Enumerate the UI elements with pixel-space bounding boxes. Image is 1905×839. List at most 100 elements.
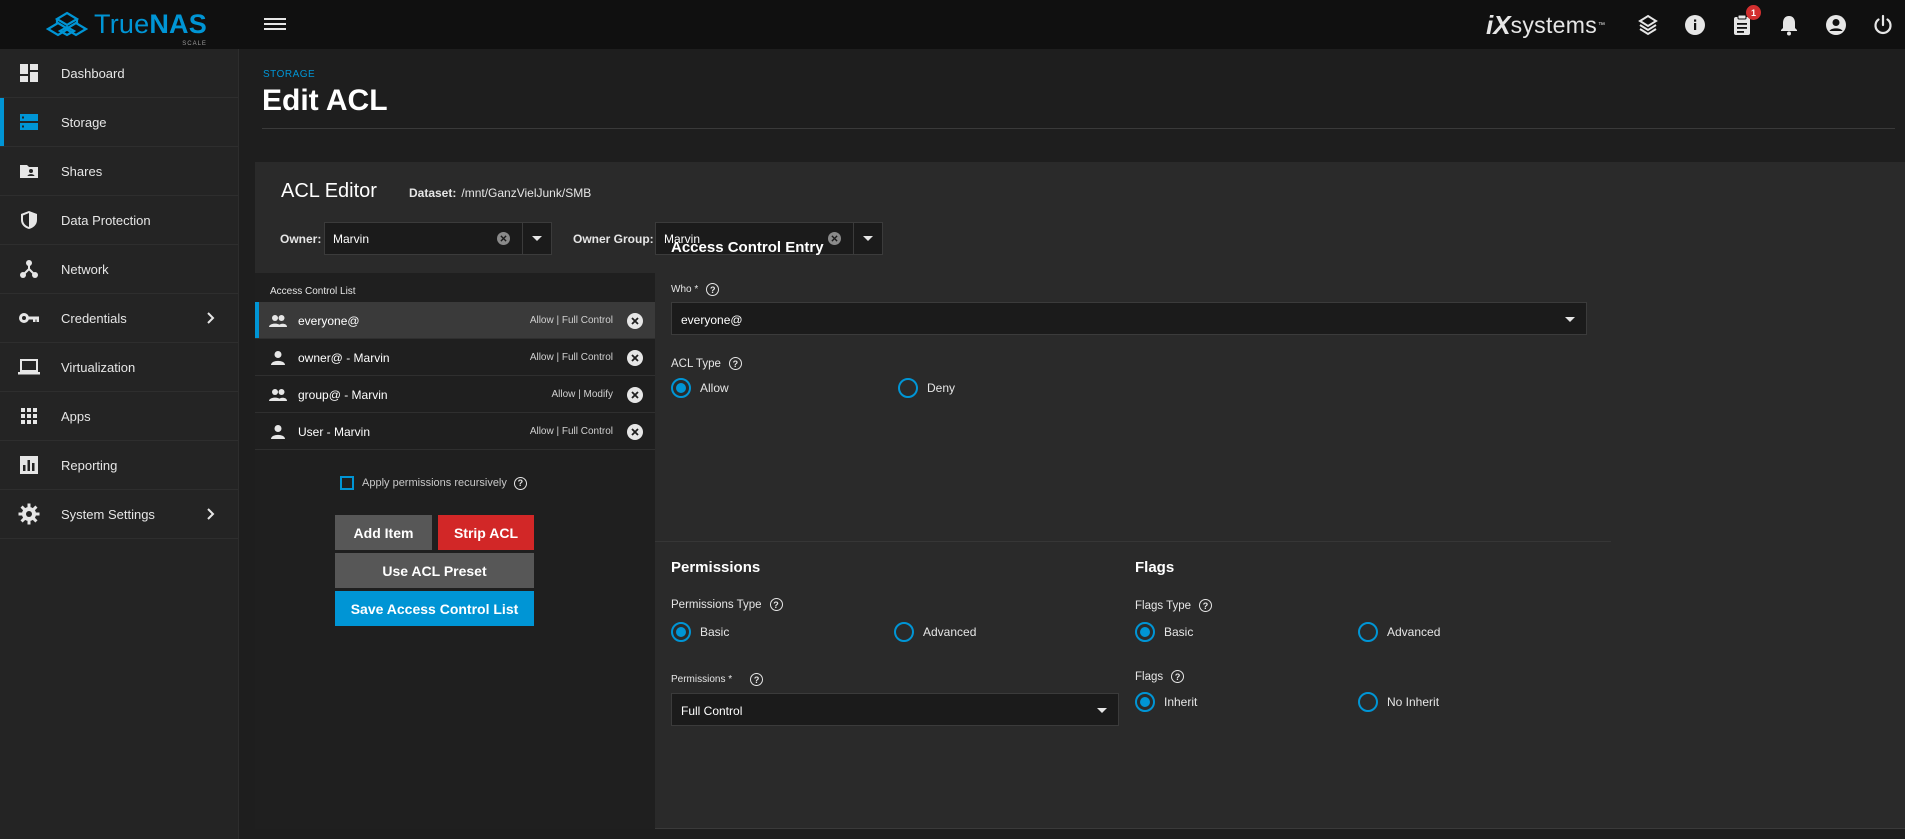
clear-owner-group-icon[interactable] (828, 232, 841, 245)
dataset-label: Dataset: (409, 186, 457, 200)
acl-entry-row[interactable]: User - Marvin Allow | Full Control (255, 413, 655, 450)
acl-entry-permission: Allow | Full Control (529, 315, 613, 326)
flags-label-text: Flags (1135, 670, 1164, 683)
account-icon[interactable] (1823, 12, 1849, 38)
sidebar-item-storage[interactable]: Storage (0, 98, 238, 147)
apply-recursively-label: Apply permissions recursively (362, 477, 507, 489)
flags-inherit-radio[interactable]: Inherit (1135, 692, 1197, 712)
apps-grid-icon (18, 405, 40, 427)
notifications-icon[interactable] (1776, 12, 1802, 38)
info-icon[interactable] (1682, 12, 1708, 38)
acl-entry-name: group@ - Marvin (298, 388, 388, 402)
help-icon[interactable]: ? (728, 357, 742, 370)
acl-list-panel: Access Control List everyone@ Allow | Fu… (255, 273, 655, 829)
acl-entry-row[interactable]: group@ - Marvin Allow | Modify (255, 376, 655, 413)
sidebar-item-label: Shares (61, 163, 103, 179)
permissions-title: Permissions (671, 559, 761, 576)
owner-group-dropdown-button[interactable] (853, 222, 883, 255)
flags-type-label-text: Flags Type (1135, 599, 1192, 612)
help-icon[interactable]: ? (750, 673, 764, 686)
flags-no-inherit-radio[interactable]: No Inherit (1358, 692, 1439, 712)
menu-toggle-button[interactable] (264, 15, 286, 33)
gear-icon (18, 503, 40, 525)
sidebar-item-shares[interactable]: Shares (0, 147, 238, 196)
group-icon (269, 315, 287, 327)
remove-entry-icon[interactable] (627, 387, 643, 403)
radio-ring (898, 378, 918, 398)
acl-entry-row[interactable]: owner@ - Marvin Allow | Full Control (255, 339, 655, 376)
owner-input[interactable]: Marvin (324, 222, 524, 255)
systems-text: systems (1510, 12, 1598, 38)
sidebar-item-label: Storage (61, 114, 107, 130)
power-icon[interactable] (1870, 12, 1896, 38)
person-icon (271, 351, 285, 365)
acl-type-deny-radio[interactable]: Deny (898, 378, 955, 398)
add-item-button[interactable]: Add Item (335, 515, 432, 550)
logo-text-nas: NAS (149, 9, 207, 39)
sidebar-item-network[interactable]: Network (0, 245, 238, 294)
group-icon (269, 389, 287, 401)
sidebar-item-credentials[interactable]: Credentials (0, 294, 238, 343)
acl-entry-permission: Allow | Modify (551, 389, 613, 400)
flags-type-basic-radio[interactable]: Basic (1135, 622, 1193, 642)
checkbox-box[interactable] (340, 476, 354, 490)
ix-text: iX (1486, 10, 1511, 40)
acl-entry-permission: Allow | Full Control (529, 426, 613, 437)
flags-label: Flags ? (1135, 670, 1185, 683)
sidebar-item-label: Network (61, 261, 109, 277)
storage-icon (18, 111, 40, 133)
who-label-text: Who * (671, 284, 699, 295)
permissions-type-basic-radio[interactable]: Basic (671, 622, 729, 642)
help-icon[interactable]: ? (1171, 670, 1185, 683)
permissions-type-advanced-radio[interactable]: Advanced (894, 622, 976, 642)
remove-entry-icon[interactable] (627, 350, 643, 366)
chevron-down-icon (532, 236, 542, 241)
chevron-right-icon (207, 312, 215, 324)
help-icon[interactable]: ? (706, 283, 720, 296)
radio-ring (1358, 622, 1378, 642)
flags-type-advanced-radio[interactable]: Advanced (1358, 622, 1440, 642)
sidebar-item-apps[interactable]: Apps (0, 392, 238, 441)
help-icon[interactable]: ? (1199, 599, 1213, 612)
owner-dropdown-button[interactable] (522, 222, 552, 255)
shield-icon (18, 209, 40, 231)
person-icon (271, 425, 285, 439)
truenas-logo[interactable]: TrueNAS SCALE (46, 9, 207, 47)
radio-ring (1135, 692, 1155, 712)
permissions-value: Full Control (681, 704, 743, 718)
sidebar-item-reporting[interactable]: Reporting (0, 441, 238, 490)
radio-ring (671, 622, 691, 642)
strip-acl-button[interactable]: Strip ACL (438, 515, 534, 550)
acl-entry-name: User - Marvin (298, 425, 371, 439)
apply-recursively-checkbox[interactable]: Apply permissions recursively ? (340, 476, 527, 490)
help-icon[interactable]: ? (769, 598, 783, 611)
help-icon[interactable]: ? (513, 476, 527, 490)
remove-entry-icon[interactable] (627, 424, 643, 440)
sidebar-item-data-protection[interactable]: Data Protection (0, 196, 238, 245)
breadcrumb[interactable]: STORAGE (263, 69, 315, 80)
radio-ring (671, 378, 691, 398)
use-acl-preset-button[interactable]: Use ACL Preset (335, 553, 534, 588)
ixsystems-logo[interactable]: iX systems ™ (1486, 10, 1605, 41)
who-select[interactable]: everyone@ (671, 302, 1587, 335)
remove-entry-icon[interactable] (627, 313, 643, 329)
chart-icon (18, 454, 40, 476)
permissions-select[interactable]: Full Control (671, 693, 1119, 726)
title-divider (262, 128, 1895, 129)
sidebar-item-dashboard[interactable]: Dashboard (0, 49, 238, 98)
radio-label: Inherit (1164, 695, 1198, 709)
acl-type-allow-radio[interactable]: Allow (671, 378, 729, 398)
truenas-wordmark: TrueNAS SCALE (94, 9, 207, 47)
save-acl-button[interactable]: Save Access Control List (335, 591, 534, 626)
sidebar-item-label: Apps (61, 408, 91, 424)
sidebar-item-system-settings[interactable]: System Settings (0, 490, 238, 539)
truecommand-icon[interactable] (1635, 12, 1661, 38)
chevron-right-icon (207, 508, 215, 520)
laptop-icon (18, 356, 40, 378)
sidebar-item-virtualization[interactable]: Virtualization (0, 343, 238, 392)
clear-owner-icon[interactable] (497, 232, 510, 245)
acl-entry-row[interactable]: everyone@ Allow | Full Control (255, 302, 655, 339)
tasks-icon[interactable]: 1 (1729, 5, 1761, 38)
chevron-down-icon (1097, 708, 1107, 713)
radio-label: Allow (700, 381, 729, 395)
